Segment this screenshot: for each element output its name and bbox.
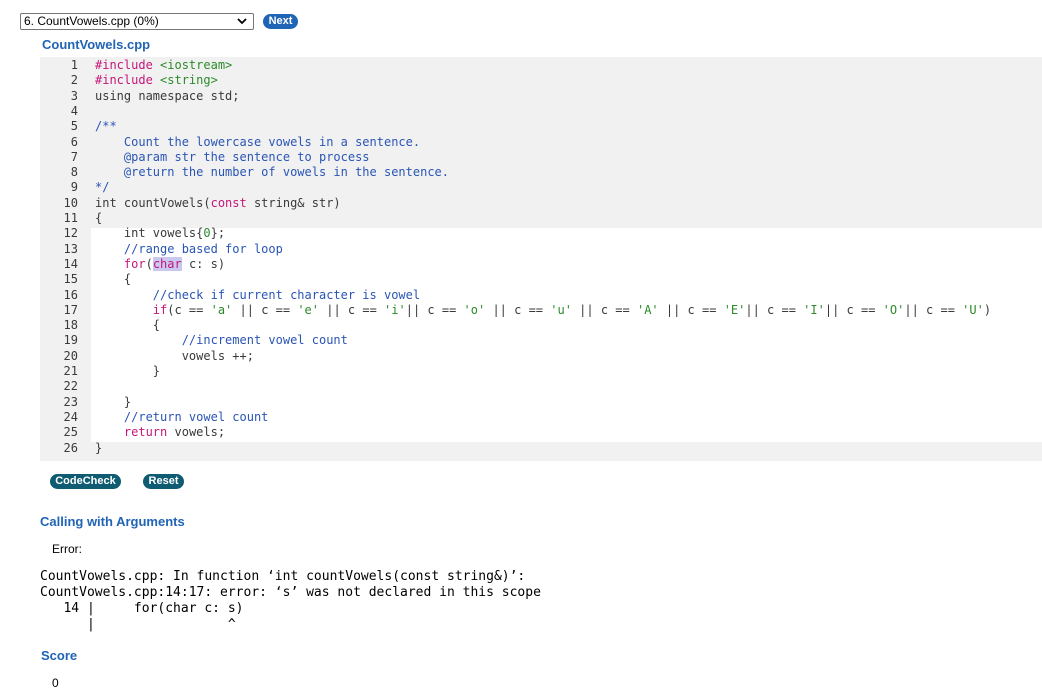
code-line: 21 }	[40, 364, 160, 379]
code-line: 5 /**	[40, 119, 117, 134]
code-text: #include <iostream>	[95, 58, 233, 72]
code-line: 11 {	[40, 211, 103, 226]
code-text: }	[95, 440, 103, 455]
line-number: 9	[70, 180, 78, 195]
code-line: 12 int vowels{0};	[40, 226, 226, 241]
code-text: }	[95, 364, 161, 378]
line-number: 16	[63, 287, 78, 302]
line-number: 20	[63, 348, 78, 363]
code-line: 20 vowels ++;	[40, 348, 254, 364]
codecheck-button[interactable]: CodeCheck	[50, 474, 121, 489]
line-number: 26	[63, 440, 78, 455]
error-label: Error:	[52, 542, 82, 556]
code-text: {	[95, 211, 103, 225]
code-text: int vowels{0};	[95, 226, 226, 241]
code-text: if(c == 'a' || c == 'e' || c == 'i'|| c …	[152, 302, 992, 317]
code-line: 6 Count the lowercase vowels in a senten…	[40, 134, 420, 150]
file-select[interactable]: 6. CountVowels.cpp (0%)	[20, 13, 254, 30]
code-line: 26}	[40, 440, 103, 456]
line-number: 1	[70, 58, 78, 72]
code-text: {	[95, 272, 132, 287]
line-number: 3	[70, 88, 78, 103]
line-number: 21	[63, 364, 78, 378]
line-number: 7	[70, 149, 78, 164]
code-line: 3 using namespace std;	[40, 88, 240, 104]
code-line: 2 #include <string>	[40, 73, 218, 88]
code-editor: 1 #include <iostream> 2 #include <string> 3 u…	[40, 57, 1042, 461]
file-select-value: 6. CountVowels.cpp (0%)	[24, 14, 159, 28]
code-text: Count the lowercase vowels in a sentence…	[95, 134, 421, 149]
code-line: 22	[40, 379, 78, 394]
line-number: 23	[63, 394, 78, 409]
line-number: 24	[63, 409, 78, 424]
calling-with-arguments-heading: Calling with Arguments	[40, 514, 185, 529]
code-text: }	[95, 394, 132, 409]
code-line: 18 {	[40, 318, 160, 333]
score-value: 0	[52, 676, 59, 690]
code-text: using namespace std;	[95, 88, 240, 103]
line-number: 11	[63, 211, 78, 225]
code-line: 9 */	[40, 180, 110, 195]
code-line: 14 for(char c: s)	[40, 256, 225, 272]
code-text: return vowels;	[123, 425, 226, 440]
code-line: 24 //return vowel count	[40, 409, 269, 425]
code-line: 15 {	[40, 272, 132, 287]
code-text: //increment vowel count	[95, 333, 348, 348]
compiler-error-output: CountVowels.cpp: In function ‘int countV…	[40, 569, 541, 632]
code-line: 16 //check if current character is vowel	[40, 287, 421, 303]
code-line: 17 if(c == 'a' || c == 'e' || c == 'i'||…	[40, 302, 992, 318]
code-text: //range based for loop	[95, 241, 283, 256]
code-line: 8 @return the number of vowels in the se…	[40, 165, 449, 180]
line-number: 25	[63, 425, 78, 440]
code-text: {	[95, 318, 161, 333]
line-number: 17	[63, 302, 78, 317]
next-button[interactable]: Next	[263, 14, 298, 29]
line-number: 8	[70, 165, 78, 180]
line-number: 18	[63, 318, 78, 333]
score-heading: Score	[41, 648, 78, 663]
line-number: 14	[63, 256, 78, 271]
line-number: 19	[63, 333, 78, 348]
code-text: //return vowel count	[95, 409, 269, 424]
code-text: for(char c: s)	[123, 256, 226, 271]
line-number: 6	[70, 134, 78, 149]
chevron-down-icon	[237, 18, 247, 25]
code-line: 13 //range based for loop	[40, 241, 283, 257]
code-text: int countVowels(const string& str)	[95, 195, 341, 210]
code-text: #include <string>	[95, 73, 218, 88]
code-line: 10 int countVowels(const string& str)	[40, 195, 341, 211]
line-number: 15	[63, 272, 78, 287]
code-line: 23 }	[40, 394, 132, 410]
reset-button[interactable]: Reset	[143, 474, 184, 489]
code-text: @return the number of vowels in the sent…	[95, 165, 450, 180]
line-number: 2	[70, 73, 78, 88]
code-text: /**	[95, 119, 117, 134]
line-number: 12	[63, 226, 78, 241]
code-line: 7 @param str the sentence to process	[40, 149, 370, 165]
code-text: @param str the sentence to process	[95, 149, 370, 164]
code-line: 19 //increment vowel count	[40, 333, 348, 348]
line-number: 10	[63, 195, 78, 210]
code-text: */	[95, 180, 110, 195]
line-number: 4	[70, 103, 78, 118]
editor-filename: CountVowels.cpp	[42, 37, 151, 52]
code-text: //check if current character is vowel	[95, 287, 421, 302]
line-number: 22	[63, 379, 78, 394]
code-line: 25 return vowels;	[40, 425, 226, 440]
code-text: vowels ++;	[95, 348, 254, 363]
line-number: 5	[70, 119, 78, 134]
code-line: 4	[40, 104, 78, 119]
code-line: 1 #include <iostream>	[40, 58, 233, 73]
line-number: 13	[63, 241, 78, 256]
